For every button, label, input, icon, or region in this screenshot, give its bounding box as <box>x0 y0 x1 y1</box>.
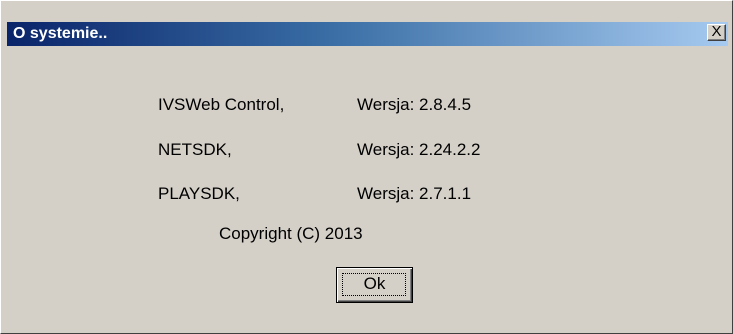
title-bar[interactable]: O systemie.. X <box>7 22 728 46</box>
copyright-text: Copyright (C) 2013 <box>219 224 363 243</box>
close-icon: X <box>711 23 722 40</box>
ok-button[interactable]: Ok <box>336 267 413 303</box>
ok-button-label: Ok <box>363 274 386 293</box>
close-button[interactable]: X <box>707 24 726 41</box>
dialog-title: O systemie.. <box>13 25 108 42</box>
about-dialog: O systemie.. X IVSWeb Control, Wersja: 2… <box>0 0 733 334</box>
component-name-playsdk: PLAYSDK, <box>158 184 240 203</box>
component-name-netsdk: NETSDK, <box>158 140 232 159</box>
component-version-playsdk: Wersja: 2.7.1.1 <box>357 184 472 203</box>
component-version-netsdk: Wersja: 2.24.2.2 <box>357 140 481 159</box>
component-version-ivsweb: Wersja: 2.8.4.5 <box>357 95 472 114</box>
component-name-ivsweb: IVSWeb Control, <box>158 95 285 114</box>
